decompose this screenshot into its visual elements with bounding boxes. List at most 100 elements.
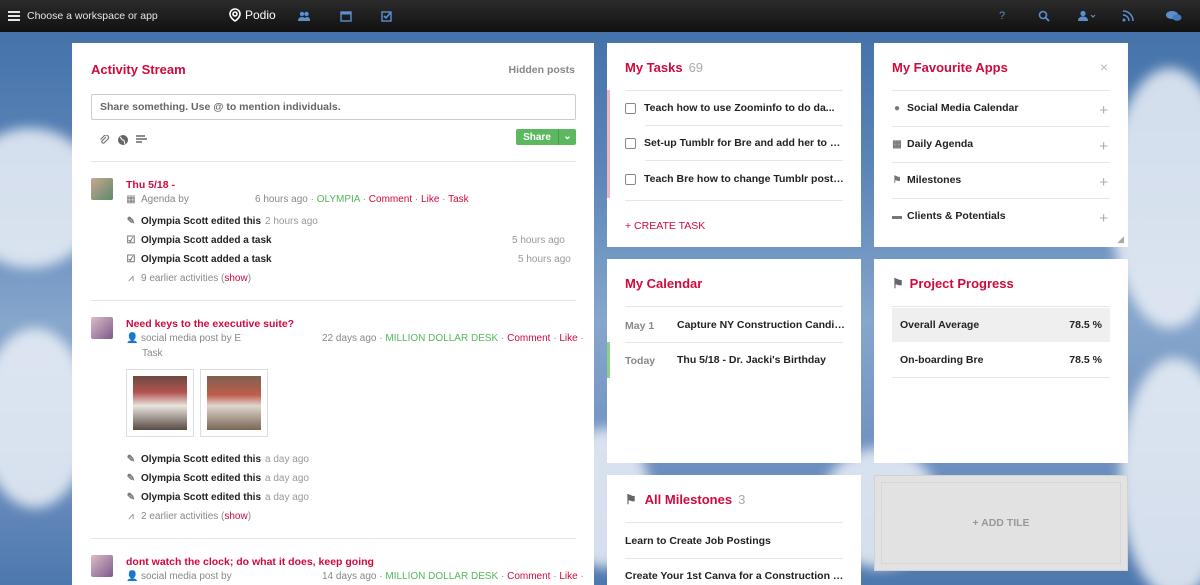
avatar[interactable] — [91, 555, 113, 577]
create-task-link[interactable]: + CREATE TASK — [625, 220, 705, 232]
show-link[interactable]: show — [224, 511, 247, 522]
post-image-thumbnail[interactable] — [126, 369, 194, 437]
share-dropdown-icon[interactable]: ⌄ — [558, 129, 576, 145]
add-tile-label: + ADD TILE — [972, 517, 1030, 529]
task-label[interactable]: Teach how to use Zoominfo to do da... — [644, 102, 835, 114]
my-calendar-panel: My Calendar May 1 Capture NY Constructio… — [607, 259, 861, 463]
avatar[interactable] — [91, 317, 113, 339]
chat-icon[interactable] — [1166, 10, 1182, 22]
post-title[interactable]: dont watch the clock; do what it does, k… — [126, 556, 374, 568]
calendar-icon[interactable] — [340, 10, 352, 22]
show-link[interactable]: show — [224, 273, 247, 284]
add-icon[interactable]: + — [1099, 102, 1108, 114]
earlier-activities: ⩘ 9 earlier activities (show) — [126, 273, 251, 284]
progress-row[interactable]: On-boarding Bre 78.5 % — [892, 343, 1110, 377]
divider — [625, 522, 843, 523]
task-checkbox[interactable] — [625, 102, 636, 114]
task-checkbox[interactable] — [625, 137, 636, 149]
post-workspace[interactable]: OLYMPIA — [317, 194, 360, 205]
task-item[interactable]: Teach Bre how to change Tumblr posts f..… — [625, 173, 845, 185]
search-icon[interactable] — [1038, 10, 1050, 22]
event-title[interactable]: Capture NY Construction Candida... — [677, 319, 847, 331]
favourite-app-item[interactable]: ▬ Clients & Potentials + — [892, 210, 1128, 222]
activity-time: 2 hours ago — [265, 216, 318, 227]
app-label[interactable]: Clients & Potentials — [907, 210, 1006, 222]
globe-icon[interactable] — [117, 134, 129, 149]
resize-handle-icon[interactable]: ◢ — [1117, 234, 1124, 245]
activity-text: Olympia Scott edited this — [141, 454, 262, 465]
app-label[interactable]: Milestones — [907, 174, 961, 186]
comment-link[interactable]: Comment — [369, 194, 412, 205]
workspace-switcher[interactable]: Choose a workspace or app — [27, 10, 158, 22]
avatar[interactable] — [91, 178, 113, 200]
post-image — [207, 376, 261, 430]
divider — [625, 558, 843, 559]
pencil-icon: ✎ — [126, 454, 136, 465]
activity-stream-panel: Activity Stream Hidden posts Share ⌄ Thu… — [72, 43, 594, 585]
add-icon[interactable]: + — [1099, 138, 1108, 150]
attach-icon[interactable] — [99, 134, 110, 149]
contacts-icon[interactable] — [298, 10, 310, 22]
rss-icon[interactable] — [1122, 10, 1134, 22]
add-tile-panel[interactable]: + ADD TILE — [874, 475, 1128, 571]
add-icon[interactable]: + — [1099, 174, 1108, 186]
like-link[interactable]: Like — [421, 194, 439, 205]
task-item[interactable]: Set-up Tumblr for Bre and add her to my.… — [625, 137, 845, 149]
favourite-app-item[interactable]: ▦ Daily Agenda + — [892, 138, 1128, 150]
app-label[interactable]: Social Media Calendar — [907, 102, 1018, 114]
add-tile-button[interactable]: + ADD TILE — [881, 482, 1121, 564]
divider — [625, 200, 843, 201]
activity-text: Olympia Scott edited this — [141, 492, 262, 503]
add-icon[interactable]: + — [1099, 210, 1108, 222]
app-label[interactable]: Daily Agenda — [907, 138, 973, 150]
tasks-icon[interactable] — [381, 10, 393, 22]
task-link[interactable]: Task — [448, 194, 469, 205]
task-item[interactable]: Teach how to use Zoominfo to do da... — [625, 102, 845, 114]
activity-item: ✎ Olympia Scott edited this a day ago — [126, 492, 309, 503]
comment-link[interactable]: Comment — [507, 571, 550, 582]
post-workspace[interactable]: MILLION DOLLAR DESK — [385, 571, 498, 582]
task-label[interactable]: Teach Bre how to change Tumblr posts f..… — [644, 173, 845, 185]
divider — [892, 90, 1110, 91]
post-image — [133, 376, 187, 430]
menu-icon[interactable] — [8, 11, 20, 21]
progress-row[interactable]: Overall Average 78.5 % — [892, 308, 1110, 342]
share-input[interactable] — [91, 94, 576, 120]
post-time: 22 days ago — [322, 333, 377, 344]
divider — [892, 198, 1110, 199]
task-checkbox[interactable] — [625, 173, 636, 185]
post-title[interactable]: Need keys to the executive suite? — [126, 318, 294, 330]
post-image-thumbnail[interactable] — [200, 369, 268, 437]
hidden-posts-link[interactable]: Hidden posts — [508, 64, 575, 76]
task-link[interactable]: Task — [142, 348, 163, 359]
post-meta: ▦ Agenda by — [126, 194, 189, 205]
flag-icon: ⚑ — [892, 175, 902, 186]
comment-link[interactable]: Comment — [507, 333, 550, 344]
favourite-app-item[interactable]: ● Social Media Calendar + — [892, 102, 1128, 114]
progress-value: 78.5 % — [1069, 354, 1102, 366]
favourite-app-item[interactable]: ⚑ Milestones + — [892, 174, 1128, 186]
share-button[interactable]: Share ⌄ — [516, 129, 576, 145]
podio-logo[interactable]: Podio — [229, 8, 276, 22]
help-icon[interactable]: ? — [996, 10, 1008, 22]
like-link[interactable]: Like — [559, 571, 577, 582]
post-meta-right: 22 days ago · MILLION DOLLAR DESK · Comm… — [322, 333, 584, 344]
close-icon[interactable]: × — [1100, 59, 1108, 75]
milestone-item[interactable]: Create Your 1st Canva for a Construction… — [625, 570, 845, 582]
post-workspace[interactable]: MILLION DOLLAR DESK — [385, 333, 498, 344]
divider — [892, 377, 1110, 378]
format-icon[interactable] — [136, 135, 147, 148]
calendar-icon: ▦ — [126, 194, 136, 205]
activity-item: ✎ Olympia Scott edited this a day ago — [126, 473, 309, 484]
earlier-activities: ⩘ 2 earlier activities (show) — [126, 511, 251, 522]
task-label[interactable]: Set-up Tumblr for Bre and add her to my.… — [644, 137, 845, 149]
brand-name: Podio — [245, 8, 276, 22]
activity-time: a day ago — [265, 473, 309, 484]
like-link[interactable]: Like — [559, 333, 577, 344]
user-menu-icon[interactable] — [1078, 10, 1096, 22]
post-title[interactable]: Thu 5/18 - — [126, 179, 175, 191]
event-title[interactable]: Thu 5/18 - Dr. Jacki's Birthday — [677, 354, 847, 366]
earlier-text: 9 earlier activities — [141, 273, 219, 284]
milestone-item[interactable]: Learn to Create Job Postings — [625, 535, 845, 547]
activity-text: Olympia Scott edited this — [141, 216, 262, 227]
